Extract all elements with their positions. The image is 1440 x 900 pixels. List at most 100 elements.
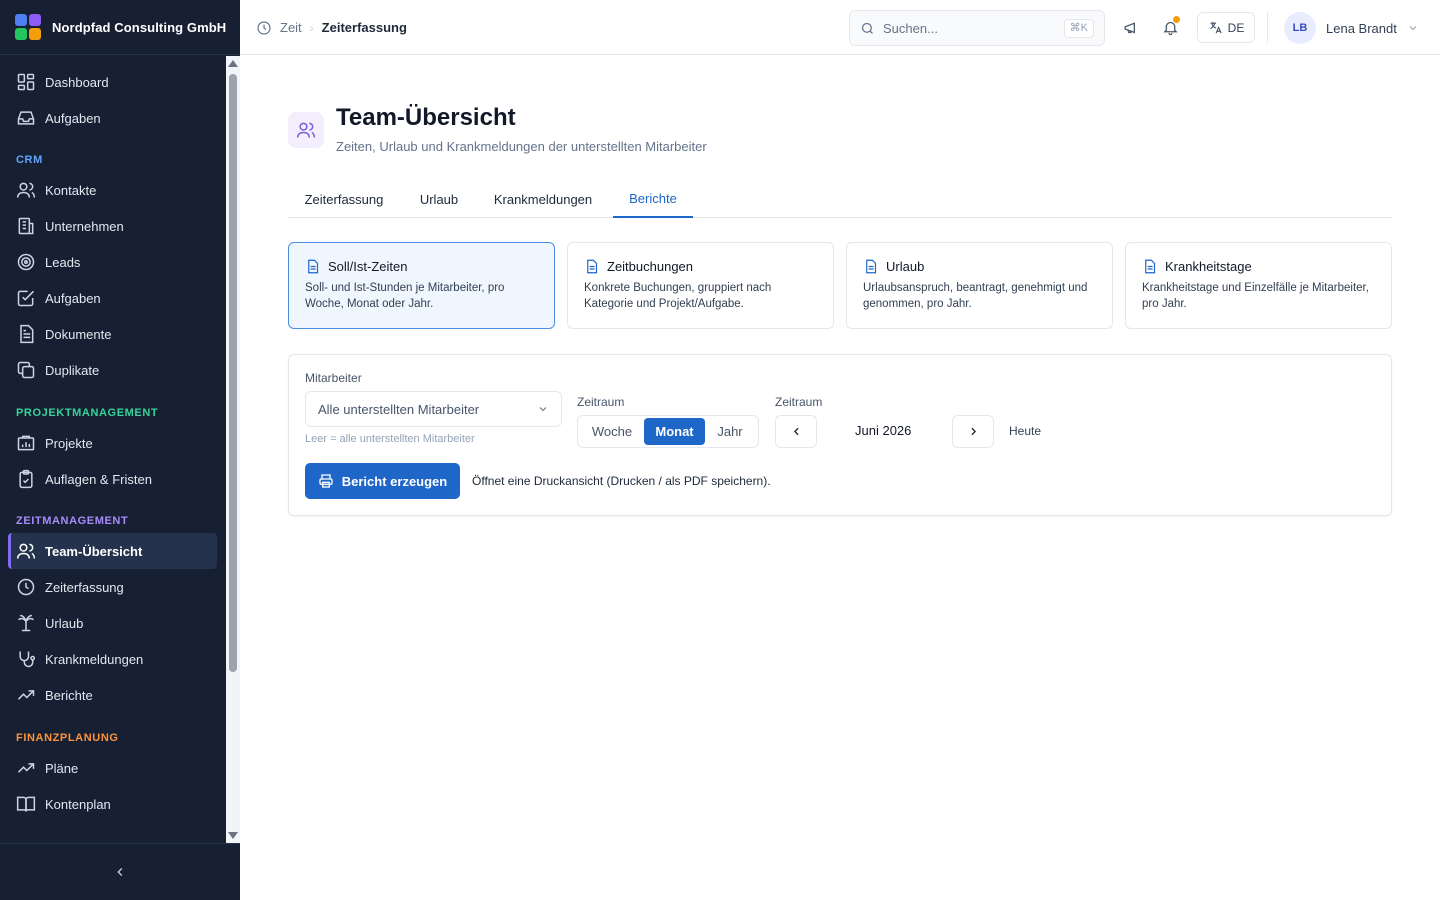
sidebar-item-auflagen-fristen[interactable]: Auflagen & Fristen [8,461,217,497]
file-icon [308,259,319,274]
generate-report-button[interactable]: Bericht erzeugen [305,463,460,499]
search-icon [861,22,873,34]
period-label: Zeitraum [775,395,823,409]
section-label-projektmanagement: PROJEKTMANAGEMENT [16,407,159,419]
document-icon [20,324,34,344]
sidebar-item-label: Dashboard [45,74,109,90]
language-label: DE [1227,20,1245,35]
announcements-button[interactable] [1119,15,1143,39]
today-button[interactable]: Heute [1009,424,1041,438]
brand-name: Nordpfad Consulting GmbH [52,19,227,35]
tab-bar: Zeiterfassung Urlaub Krankmeldungen Beri… [288,180,1392,218]
scroll-down-icon[interactable] [228,832,238,839]
page-subtitle: Zeiten, Urlaub und Krankmeldungen der un… [336,139,707,154]
sidebar-item-label: Zeiterfassung [45,579,124,595]
report-card-zeitbuchungen[interactable]: Zeitbuchungen Konkrete Buchungen, gruppi… [567,242,834,329]
sidebar-item-krankmeldungen[interactable]: Krankmeldungen [8,641,217,677]
user-menu[interactable]: LB Lena Brandt [1284,11,1419,45]
report-card-title: Soll/Ist-Zeiten [328,259,408,274]
sidebar: Nordpfad Consulting GmbH Dashboard Aufga… [0,0,240,900]
tab-zeiterfassung[interactable]: Zeiterfassung [288,180,400,218]
tab-berichte[interactable]: Berichte [613,180,693,218]
range-label: Zeitraum [577,395,625,409]
brand[interactable]: Nordpfad Consulting GmbH [0,0,240,55]
page-title: Team-Übersicht [336,104,516,131]
range-option-monat[interactable]: Monat [644,418,705,445]
sidebar-item-urlaub[interactable]: Urlaub [8,605,217,641]
sidebar-item-label: Unternehmen [45,218,124,234]
clipboard-icon [19,469,33,489]
sidebar-item-zeiterfassung[interactable]: Zeiterfassung [8,569,217,605]
report-card-krankheitstage[interactable]: Krankheitstage Krankheitstage und Einzel… [1125,242,1392,329]
sidebar-item-label: Krankmeldungen [45,651,144,667]
scroll-up-icon[interactable] [228,60,238,67]
sidebar-item-label: Aufgaben [45,110,101,126]
report-card-description: Konkrete Buchungen, gruppiert nach Kateg… [584,282,772,310]
employee-hint: Leer = alle unterstellten Mitarbeiter [305,433,475,445]
search-shortcut: ⌘K [1063,19,1094,38]
sidebar-item-aufgaben[interactable]: Aufgaben [8,100,217,136]
sidebar-scrollbar[interactable] [226,56,240,843]
sidebar-item-team-uebersicht[interactable]: Team-Übersicht [8,533,217,569]
sidebar-item-dashboard[interactable]: Dashboard [8,64,217,100]
employee-select[interactable]: Alle unterstellten Mitarbeiter [305,391,562,427]
sidebar-collapse-button[interactable] [0,843,240,900]
report-card-soll-ist[interactable]: Soll/Ist-Zeiten Soll- und Ist-Stunden je… [288,242,555,329]
file-icon [866,259,877,274]
notifications-button[interactable] [1158,15,1182,39]
report-card-description: Urlaubsanspruch, beantragt, genehmigt un… [863,282,1088,310]
sidebar-item-label: Duplikate [45,362,100,378]
period-value: Juni 2026 [855,423,912,438]
user-name: Lena Brandt [1326,20,1397,36]
tab-krankmeldungen[interactable]: Krankmeldungen [480,180,606,218]
sidebar-item-label: Team-Übersicht [45,543,143,559]
sidebar-item-duplikate[interactable]: Duplikate [8,352,217,388]
trend-icon [17,690,35,700]
header-divider [1267,12,1268,43]
file-icon [1145,259,1156,274]
range-toggle: Woche Monat Jahr [577,415,759,448]
building-icon [18,217,34,235]
sidebar-item-unternehmen[interactable]: Unternehmen [8,208,217,244]
sidebar-item-plaene[interactable]: Pläne [8,750,217,786]
target-icon [17,253,35,271]
stethoscope-icon [19,651,36,668]
scroll-thumb[interactable] [229,74,237,672]
clock-icon [17,578,35,596]
employee-label: Mitarbeiter [305,371,362,385]
sidebar-item-berichte[interactable]: Berichte [8,677,217,713]
palm-tree-icon [17,614,35,632]
language-switcher[interactable]: DE [1197,12,1255,43]
breadcrumb-zeit[interactable]: Zeit [280,20,302,35]
report-card-urlaub[interactable]: Urlaub Urlaubsanspruch, beantragt, geneh… [846,242,1113,329]
team-icon [288,112,324,148]
sidebar-item-label: Berichte [45,687,93,703]
breadcrumb-current: Zeiterfassung [321,20,407,35]
inbox-icon [17,111,35,125]
dashboard-icon [17,73,35,91]
next-period-button[interactable] [952,415,994,448]
sidebar-item-kontakte[interactable]: Kontakte [8,172,217,208]
previous-period-button[interactable] [775,415,817,448]
sidebar-item-label: Kontenplan [45,796,111,812]
sidebar-item-projekte[interactable]: Projekte [8,425,217,461]
sidebar-item-leads[interactable]: Leads [8,244,217,280]
sidebar-item-label: Leads [45,254,81,270]
report-card-title: Krankheitstage [1165,259,1252,274]
trend-icon [17,763,35,773]
sidebar-item-kontenplan[interactable]: Kontenplan [8,786,217,822]
range-option-woche[interactable]: Woche [580,418,644,445]
top-header: Zeit › Zeiterfassung Suchen... ⌘K DE LB … [240,0,1440,55]
search-placeholder: Suchen... [883,20,938,36]
range-option-jahr[interactable]: Jahr [705,418,755,445]
sidebar-item-label: Urlaub [45,615,84,631]
report-card-description: Soll- und Ist-Stunden je Mitarbeiter, pr… [305,282,505,310]
translate-icon [1209,21,1222,34]
file-icon [587,259,598,274]
breadcrumb-chevron-icon: › [309,20,314,35]
tab-urlaub[interactable]: Urlaub [408,180,470,218]
sidebar-item-crm-aufgaben[interactable]: Aufgaben [8,280,217,316]
search-input[interactable]: Suchen... ⌘K [849,10,1105,46]
sidebar-item-dokumente[interactable]: Dokumente [8,316,217,352]
generate-report-label: Bericht erzeugen [341,473,448,489]
